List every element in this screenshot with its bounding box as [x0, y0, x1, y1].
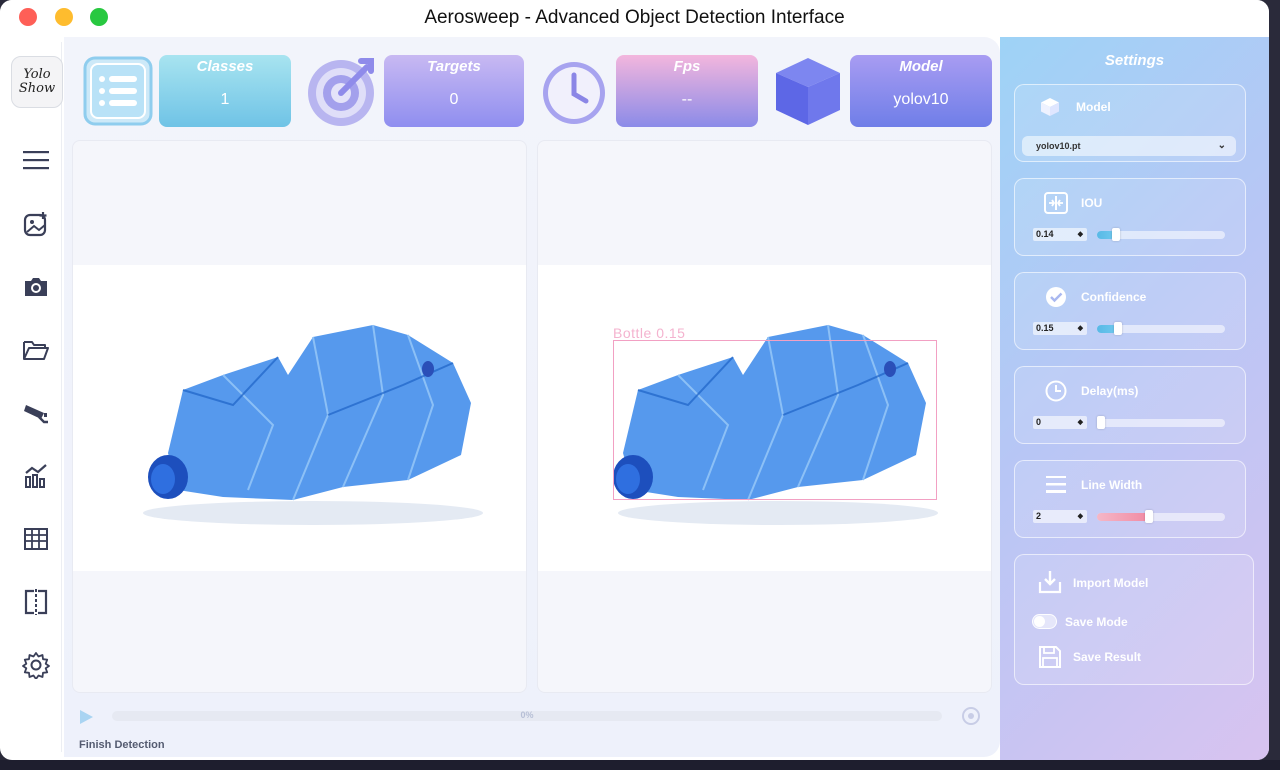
title-bar: Aerosweep - Advanced Object Detection In… — [0, 0, 1269, 37]
model-cube-icon — [770, 53, 846, 129]
line-width-slider-handle[interactable] — [1145, 510, 1153, 523]
classes-card: Classes 1 — [159, 55, 291, 127]
main-area: Classes 1 Targets 0 Fps -- Model yolov10… — [64, 37, 1000, 757]
model-setting: Model yolov10.pt ⌄ — [1014, 84, 1246, 162]
model-title: Model — [899, 58, 943, 75]
actions-box: Import Model Save Mode Save Result — [1014, 554, 1254, 685]
image-add-icon[interactable] — [22, 210, 50, 238]
bottle-image — [143, 324, 483, 525]
iou-spinbox[interactable]: 0.14 ◆ — [1033, 228, 1087, 241]
targets-title: Targets — [427, 58, 481, 75]
iou-icon — [1043, 190, 1069, 216]
progress-row: 0% — [78, 705, 988, 727]
status-text: Finish Detection — [79, 739, 165, 751]
result-image-panel: Bottle 0.15 — [537, 140, 992, 693]
spin-arrows-icon[interactable]: ◆ — [1078, 416, 1083, 429]
play-icon[interactable] — [78, 709, 94, 725]
delay-slider-handle[interactable] — [1097, 416, 1105, 429]
line-width-value: 2 — [1036, 511, 1042, 521]
model-card: Model yolov10 — [850, 55, 992, 127]
classes-value: 1 — [220, 91, 230, 108]
delay-setting: Delay(ms) 0 ◆ — [1014, 366, 1246, 444]
app-window: Aerosweep - Advanced Object Detection In… — [0, 0, 1269, 760]
split-view-icon[interactable] — [22, 588, 50, 616]
window-title: Aerosweep - Advanced Object Detection In… — [424, 7, 845, 28]
iou-slider-handle[interactable] — [1112, 228, 1120, 241]
folder-icon[interactable] — [22, 336, 50, 364]
settings-panel: Settings Model yolov10.pt ⌄ IOU 0.14 ◆ C… — [1000, 37, 1269, 760]
detection-bounding-box — [613, 340, 937, 500]
confidence-value: 0.15 — [1036, 323, 1054, 333]
original-image — [73, 265, 526, 571]
model-select-value: yolov10.pt — [1036, 141, 1081, 151]
chevron-down-icon: ⌄ — [1217, 140, 1226, 151]
delay-value: 0 — [1036, 417, 1042, 427]
left-sidebar: Yolo Show — [2, 42, 63, 752]
iou-value: 0.14 — [1036, 229, 1054, 239]
delay-slider[interactable] — [1097, 416, 1225, 429]
camera-icon[interactable] — [22, 273, 50, 301]
save-result-button[interactable]: Save Result — [1073, 650, 1141, 664]
save-icon[interactable] — [1037, 644, 1063, 670]
timer-icon — [1043, 378, 1069, 404]
model-select[interactable]: yolov10.pt ⌄ — [1022, 136, 1236, 156]
detection-label: Bottle 0.15 — [613, 325, 686, 341]
confidence-spinbox[interactable]: 0.15 ◆ — [1033, 322, 1087, 335]
model-setting-label: Model — [1076, 100, 1111, 114]
target-icon — [305, 53, 381, 129]
settings-title: Settings — [1104, 52, 1165, 69]
delay-spinbox[interactable]: 0 ◆ — [1033, 416, 1087, 429]
targets-value: 0 — [449, 91, 459, 108]
line-width-icon — [1043, 471, 1069, 497]
confidence-slider-handle[interactable] — [1114, 322, 1122, 335]
iou-setting: IOU 0.14 ◆ — [1014, 178, 1246, 256]
spin-arrows-icon[interactable]: ◆ — [1078, 322, 1083, 335]
confidence-slider[interactable] — [1097, 322, 1225, 335]
import-model-button[interactable]: Import Model — [1073, 576, 1148, 590]
iou-slider[interactable] — [1097, 228, 1225, 241]
background-editor-strip — [0, 760, 1280, 770]
menu-icon[interactable] — [22, 146, 50, 174]
line-width-setting: Line Width 2 ◆ — [1014, 460, 1246, 538]
model-value: yolov10 — [893, 91, 949, 108]
targets-card: Targets 0 — [384, 55, 524, 127]
original-image-panel — [72, 140, 527, 693]
clock-icon — [536, 53, 612, 129]
import-icon[interactable] — [1037, 569, 1063, 595]
fps-title: Fps — [673, 58, 701, 75]
classes-list-icon — [80, 53, 156, 129]
confidence-label: Confidence — [1081, 290, 1147, 304]
progress-bar[interactable]: 0% — [112, 710, 942, 721]
chart-icon[interactable] — [22, 462, 50, 490]
confidence-setting: Confidence 0.15 ◆ — [1014, 272, 1246, 350]
spin-arrows-icon[interactable]: ◆ — [1078, 510, 1083, 523]
cube-icon — [1037, 94, 1063, 120]
iou-label: IOU — [1081, 196, 1103, 210]
table-icon[interactable] — [22, 525, 50, 553]
settings-gear-icon[interactable] — [22, 651, 50, 679]
save-mode-toggle[interactable] — [1032, 614, 1057, 629]
app-logo: Yolo Show — [11, 56, 63, 108]
cctv-icon[interactable] — [22, 399, 50, 427]
stats-bar: Classes 1 Targets 0 Fps -- Model yolov10 — [72, 49, 992, 135]
delay-label: Delay(ms) — [1081, 384, 1139, 398]
classes-title: Classes — [196, 58, 254, 75]
save-mode-label: Save Mode — [1065, 615, 1128, 629]
fps-card: Fps -- — [616, 55, 758, 127]
line-width-slider-fill — [1097, 513, 1149, 521]
stop-icon[interactable] — [962, 707, 980, 725]
line-width-spinbox[interactable]: 2 ◆ — [1033, 510, 1087, 523]
progress-text: 0% — [520, 710, 534, 720]
logo-text: Yolo Show — [18, 67, 56, 96]
fps-value: -- — [681, 91, 693, 108]
line-width-label: Line Width — [1081, 478, 1143, 492]
spin-arrows-icon[interactable]: ◆ — [1078, 228, 1083, 241]
check-circle-icon — [1043, 284, 1069, 310]
line-width-slider[interactable] — [1097, 510, 1225, 523]
